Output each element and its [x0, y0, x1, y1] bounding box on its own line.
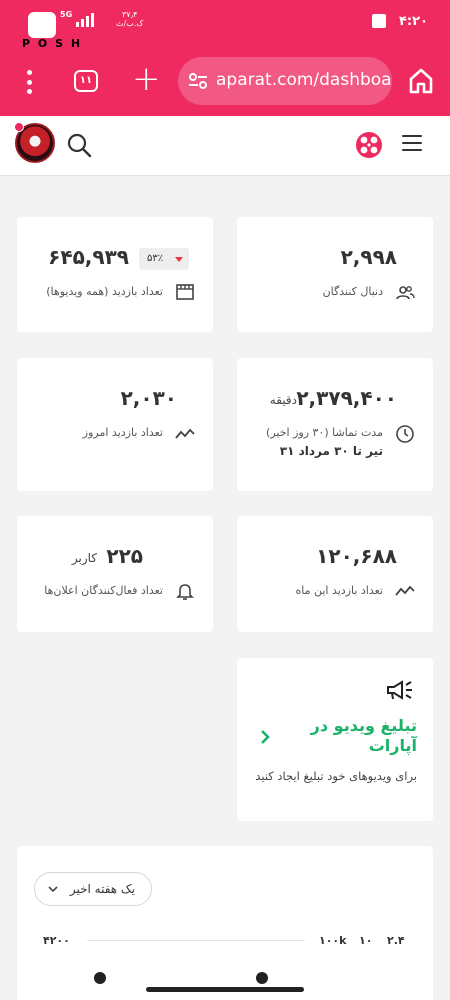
chevron-down-icon	[48, 886, 58, 893]
legend-item: ۱۰۰k	[319, 934, 347, 947]
promo-card[interactable]: تبلیغ ویدیو در آپارات برای ویدیوهای خود …	[237, 658, 433, 821]
chevron-right-icon[interactable]	[259, 728, 271, 746]
gesture-navigation-bar[interactable]	[146, 987, 304, 992]
month-views-card: ۱۲۰,۶۸۸ تعداد بازدید این ماه	[237, 516, 433, 632]
bell-icon	[176, 584, 194, 600]
address-bar[interactable]: aparat.com/dashboard	[178, 57, 392, 105]
app-logo-notification-icon	[28, 12, 56, 38]
app-header	[0, 116, 450, 176]
followers-card: ۲,۹۹۸ دنبال کنندگان	[237, 217, 433, 332]
clock: ۴:۲۰	[398, 14, 428, 29]
network-type: 5G	[60, 10, 73, 19]
notifications-value: ۲۲۵	[106, 544, 143, 568]
notifications-card: ۲۲۵ کاربر تعداد فعال‌کنندگان اعلان‌ها	[17, 516, 213, 632]
site-settings-icon[interactable]	[188, 72, 208, 90]
total-views-value: ۶۴۵,۹۳۹	[48, 245, 129, 269]
followers-value: ۲,۹۹۸	[340, 245, 397, 269]
network-speed: ۳۷٫۴ ک.ب/ث	[116, 10, 143, 28]
today-views-card: ۲,۰۳۰ تعداد بازدید امروز	[17, 358, 213, 491]
browser-chrome: P O S H 5G ۳۷٫۴ ک.ب/ث ۴:۲۰ ۱۱ + aparat.c…	[0, 0, 450, 116]
notifications-unit: کاربر	[71, 551, 97, 565]
watch-time-value: ۲,۳۷۹,۴۰۰	[296, 386, 397, 410]
megaphone-icon	[387, 680, 412, 700]
browser-toolbar: ۱۱ + aparat.com/dashboard	[0, 56, 450, 106]
watch-time-unit: دقیقه	[269, 393, 297, 407]
month-views-label: تعداد بازدید این ماه	[295, 584, 383, 597]
total-views-card: ۶۴۵,۹۳۹ ۵۳٪ تعداد بازدید (همه ویدیوها)	[17, 217, 213, 332]
status-bar: P O S H 5G ۳۷٫۴ ک.ب/ث ۴:۲۰	[0, 9, 450, 50]
promo-description: برای ویدیوهای خود تبلیغ ایجاد کنید	[255, 769, 417, 783]
change-badge: ۵۳٪	[139, 248, 189, 270]
chart-point	[256, 972, 268, 984]
followers-label: دنبال کنندگان	[322, 285, 383, 298]
views-chart-card: یک هفته اخیر ۴۲۰۰ ۱۰۰k ۱۰ ۲.۴	[17, 846, 433, 1000]
legend-item: ۲.۴	[387, 934, 405, 947]
speed-value: ۳۷٫۴	[121, 10, 138, 19]
search-icon[interactable]	[66, 132, 92, 158]
tabs-button[interactable]: ۱۱	[74, 70, 98, 92]
film-icon	[176, 284, 194, 300]
aparat-logo-icon[interactable]	[354, 130, 384, 160]
notifications-label: تعداد فعال‌کنندگان اعلان‌ها	[44, 584, 163, 597]
speed-unit: ک.ب/ث	[116, 19, 144, 28]
watch-time-label: مدت تماشا (۳۰ روز اخیر)	[266, 426, 383, 439]
trending-icon	[395, 585, 415, 596]
home-icon[interactable]	[409, 68, 433, 94]
change-badge-text: ۵۳٪	[147, 253, 164, 264]
watch-time-range: ۳۱ تیر تا ۳۰ مرداد	[279, 444, 383, 458]
new-tab-icon[interactable]: +	[132, 62, 161, 96]
grid-line	[87, 940, 305, 941]
period-select-value: یک هفته اخیر	[69, 882, 135, 896]
menu-icon[interactable]	[402, 135, 422, 151]
notification-dot	[14, 122, 24, 132]
today-views-value: ۲,۰۳۰	[120, 386, 177, 410]
chart-axis-label: ۴۲۰۰	[43, 934, 70, 947]
period-select[interactable]: یک هفته اخیر	[34, 872, 152, 906]
people-icon	[396, 286, 415, 300]
arrow-down-icon	[175, 257, 183, 262]
month-views-value: ۱۲۰,۶۸۸	[316, 544, 397, 568]
promo-title[interactable]: تبلیغ ویدیو در آپارات	[277, 716, 417, 756]
today-views-label: تعداد بازدید امروز	[82, 426, 163, 439]
clock-icon	[396, 425, 414, 443]
chart-point	[94, 972, 106, 984]
logo-text: P O S H	[22, 37, 83, 50]
legend-item: ۱۰	[359, 934, 373, 947]
signal-icon	[76, 13, 94, 27]
notification-square-icon	[372, 14, 386, 28]
browser-menu-icon[interactable]	[22, 70, 36, 94]
url-text: aparat.com/dashboard	[216, 70, 392, 90]
trending-icon	[175, 428, 195, 439]
watch-time-card: ۲,۳۷۹,۴۰۰ دقیقه مدت تماشا (۳۰ روز اخیر) …	[237, 358, 433, 491]
total-views-label: تعداد بازدید (همه ویدیوها)	[46, 285, 163, 298]
